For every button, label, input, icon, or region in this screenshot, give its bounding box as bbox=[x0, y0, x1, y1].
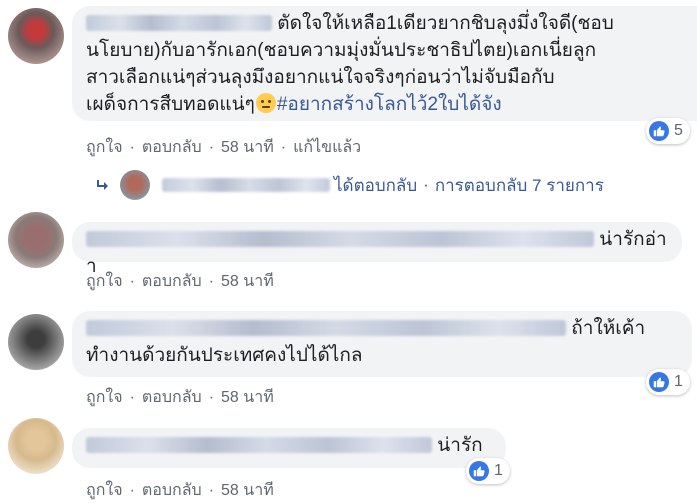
separator: · bbox=[280, 139, 287, 156]
like-link[interactable]: ถูกใจ bbox=[86, 273, 123, 290]
comment-actions: ถูกใจ · ตอบกลับ · 58 นาที bbox=[86, 478, 274, 503]
comment-actions: ถูกใจ · ตอบกลับ · 58 นาที bbox=[86, 269, 274, 294]
reaction-count[interactable]: 5 bbox=[646, 118, 690, 144]
comment-bubble: ตัดใจให้เหลือ1เดียวยากชิบลุงมึ่งใจดี(ชอบ… bbox=[72, 6, 697, 121]
comment-actions: ถูกใจ · ตอบกลับ · 58 นาที · แก้ไขแล้ว bbox=[86, 135, 361, 160]
timestamp[interactable]: 58 นาที bbox=[221, 482, 274, 499]
comment-bubble: ถ้าให้เค้า ทำงานด้วยกันประเทศคงไปได้ไกล bbox=[72, 311, 692, 377]
view-replies-link[interactable]: ได้ตอบกลับ · การตอบกลับ 7 รายการ bbox=[96, 170, 604, 200]
author-name[interactable] bbox=[86, 320, 566, 336]
like-thumb-icon bbox=[469, 461, 489, 481]
avatar[interactable] bbox=[8, 8, 64, 64]
avatar[interactable] bbox=[8, 418, 64, 474]
comment-text-line-4: เผด็จการสืบทอดแน่ๆ bbox=[86, 94, 255, 115]
comment-text-line-2: นโยบาย)กับอารักเอก(ชอบความมุ่งมั่นประชาธ… bbox=[86, 40, 597, 61]
separator: · bbox=[129, 139, 135, 156]
timestamp[interactable]: 58 นาที bbox=[221, 389, 274, 406]
comment-text-line-3: สาวเลือกแน่ๆส่วนลุงมึงอยากแน่ใจจริงๆก่อน… bbox=[86, 67, 555, 88]
reaction-count[interactable]: 1 bbox=[646, 369, 690, 395]
like-thumb-icon bbox=[649, 372, 669, 392]
reply-avatar bbox=[120, 170, 150, 200]
separator: · bbox=[208, 139, 215, 156]
author-name[interactable] bbox=[86, 437, 432, 453]
reply-count[interactable]: การตอบกลับ 7 รายการ bbox=[435, 172, 604, 199]
like-link[interactable]: ถูกใจ bbox=[86, 139, 123, 156]
reaction-number: 5 bbox=[674, 122, 683, 139]
separator: · bbox=[208, 389, 215, 406]
reply-link[interactable]: ตอบกลับ bbox=[142, 273, 202, 290]
reply-link[interactable]: ตอบกลับ bbox=[142, 482, 202, 499]
separator: · bbox=[129, 273, 135, 290]
separator: · bbox=[208, 273, 215, 290]
edited-label[interactable]: แก้ไขแล้ว bbox=[293, 139, 361, 156]
comment-text-line-1: ตัดใจให้เหลือ1เดียวยากชิบลุงมึ่งใจดี(ชอบ bbox=[277, 13, 614, 34]
comment-actions: ถูกใจ · ตอบกลับ · 58 นาที bbox=[86, 385, 274, 410]
comment-text-line-2: ทำงานด้วยกันประเทศคงไปได้ไกล bbox=[86, 345, 363, 366]
separator: · bbox=[208, 482, 215, 499]
author-name[interactable] bbox=[86, 231, 594, 247]
reply-link[interactable]: ตอบกลับ bbox=[142, 139, 202, 156]
avatar[interactable] bbox=[8, 314, 64, 370]
reply-link[interactable]: ตอบกลับ bbox=[142, 389, 202, 406]
like-link[interactable]: ถูกใจ bbox=[86, 389, 123, 406]
like-link[interactable]: ถูกใจ bbox=[86, 482, 123, 499]
timestamp[interactable]: 58 นาที bbox=[221, 273, 274, 290]
comment-bubble: น่ารักอ่าา bbox=[72, 222, 682, 277]
comment-bubble: น่ารัก bbox=[72, 428, 506, 468]
reaction-number: 1 bbox=[494, 462, 503, 479]
reply-arrow-icon bbox=[97, 180, 108, 190]
thinking-face-emoji bbox=[255, 93, 276, 113]
separator: · bbox=[129, 389, 135, 406]
separator: · bbox=[129, 482, 135, 499]
comment-text: น่ารัก bbox=[437, 435, 483, 456]
reaction-number: 1 bbox=[674, 373, 683, 390]
comment-text-line-1: ถ้าให้เค้า bbox=[571, 318, 646, 339]
like-thumb-icon bbox=[649, 121, 669, 141]
separator: · bbox=[423, 175, 429, 194]
replied-text: ได้ตอบกลับ bbox=[334, 175, 418, 195]
reaction-count[interactable]: 1 bbox=[466, 458, 510, 484]
timestamp[interactable]: 58 นาที bbox=[221, 139, 274, 156]
author-name[interactable] bbox=[86, 15, 272, 31]
reply-author-name[interactable] bbox=[162, 178, 330, 192]
hashtag-link[interactable]: #อยากสร้างโลกไว้2ใบได้จัง bbox=[277, 94, 502, 115]
avatar[interactable] bbox=[8, 212, 64, 268]
